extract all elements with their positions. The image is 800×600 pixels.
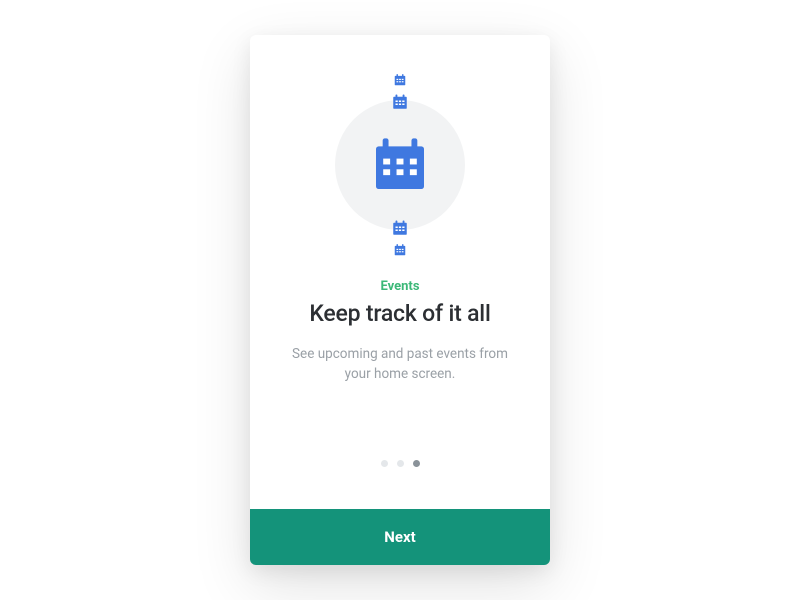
body-text: See upcoming and past events from your h… xyxy=(290,345,510,384)
onboarding-card: Events Keep track of it all See upcoming… xyxy=(250,35,550,565)
page-dot-1[interactable] xyxy=(381,460,388,467)
page-dot-3[interactable] xyxy=(413,460,420,467)
hero-illustration xyxy=(325,75,475,255)
page-dot-2[interactable] xyxy=(397,460,404,467)
calendar-main-icon xyxy=(368,133,432,197)
calendar-small-icon xyxy=(391,93,409,111)
page-indicator xyxy=(381,440,420,489)
calendar-small-icon xyxy=(391,219,409,237)
calendar-stack-icon xyxy=(325,75,475,255)
calendar-small-icon xyxy=(393,243,407,257)
next-button[interactable]: Next xyxy=(250,509,550,565)
onboarding-content: Events Keep track of it all See upcoming… xyxy=(250,35,550,509)
calendar-small-icon xyxy=(393,73,407,87)
headline: Keep track of it all xyxy=(309,300,490,327)
category-label: Events xyxy=(380,279,419,294)
